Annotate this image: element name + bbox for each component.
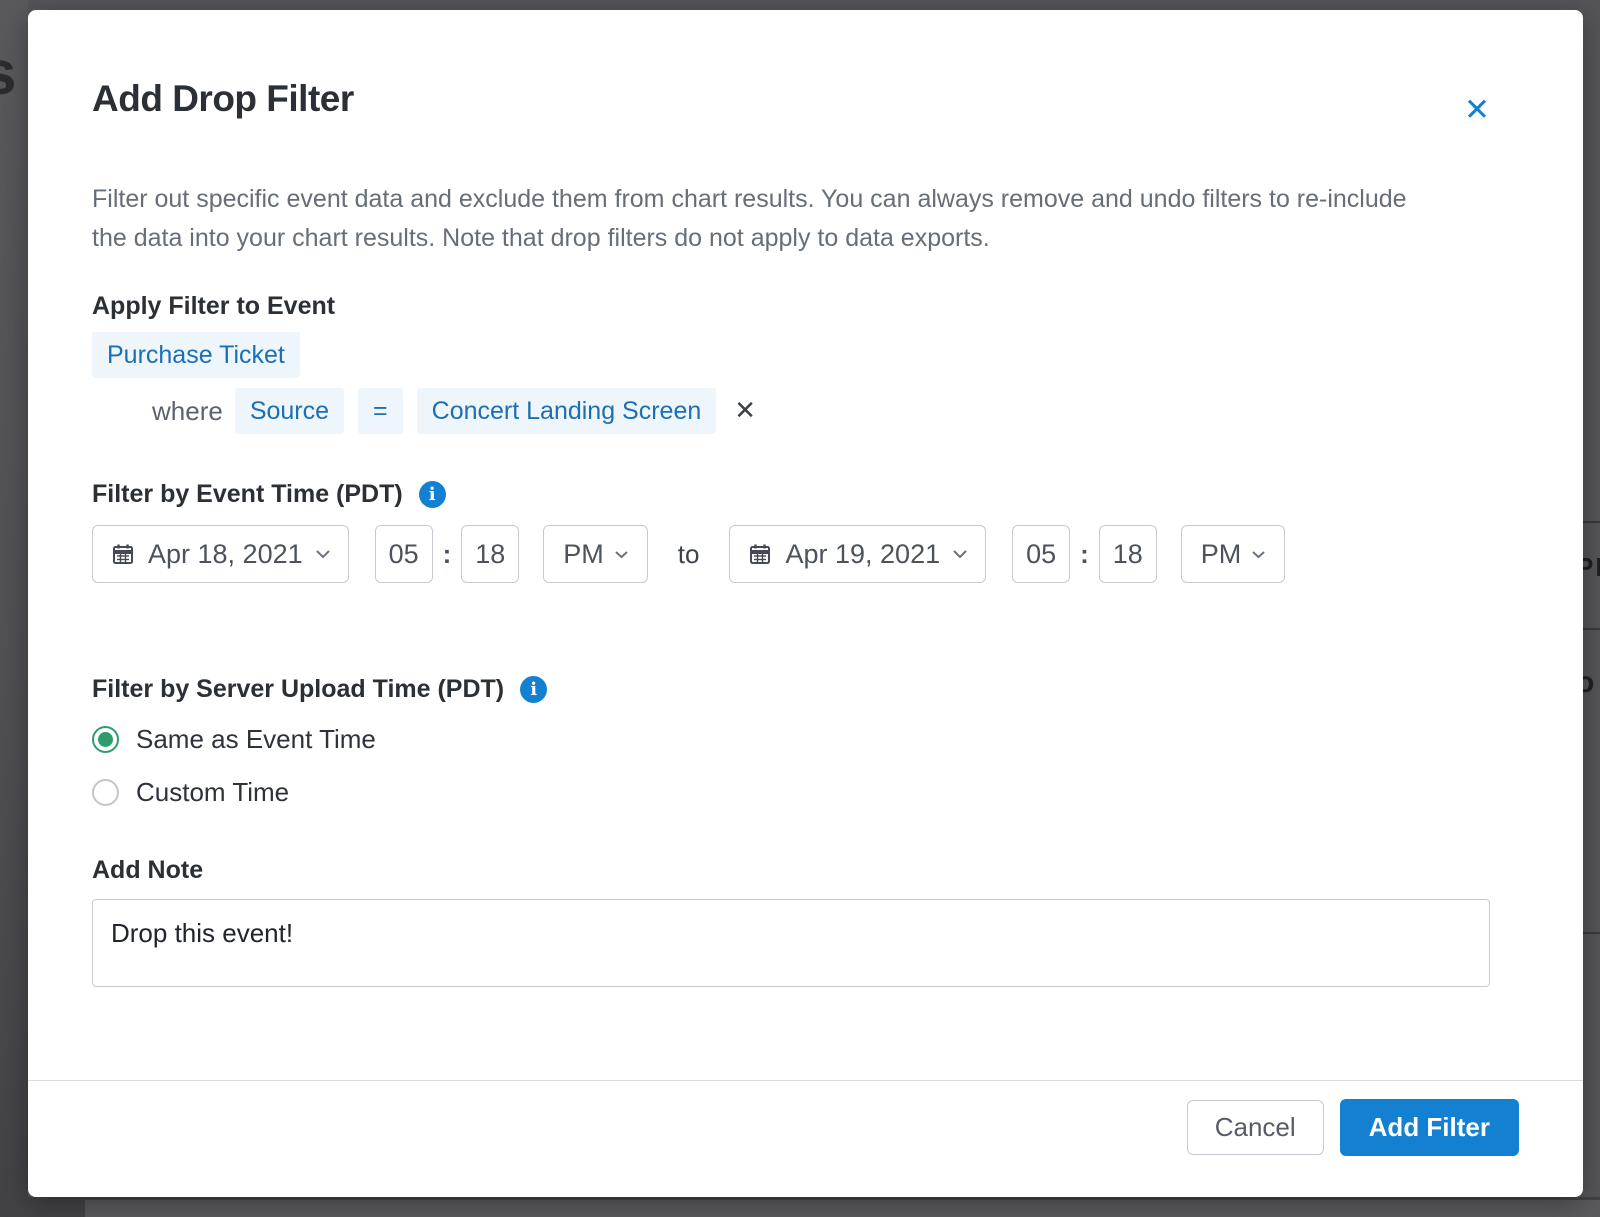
server-time-section: Filter by Server Upload Time (PDT) i Sam… [92,675,1519,808]
apply-filter-section: Apply Filter to Event Purchase Ticket wh… [92,292,1519,434]
calendar-icon [748,542,772,566]
time-separator: : [443,539,452,570]
modal-footer: Cancel Add Filter [92,1081,1519,1156]
event-time-controls: Apr 18, 2021 : PM to [92,525,1519,583]
event-chip[interactable]: Purchase Ticket [92,332,300,378]
chevron-down-icon [316,550,330,559]
note-textarea[interactable]: Drop this event! [92,899,1490,987]
add-filter-button[interactable]: Add Filter [1340,1099,1519,1156]
start-meridiem-select[interactable]: PM [543,525,648,583]
start-minute-input[interactable] [461,525,519,583]
radio-label: Custom Time [136,777,289,808]
remove-clause-icon[interactable]: ✕ [730,396,760,426]
modal-title: Add Drop Filter [92,78,1519,120]
start-date-select[interactable]: Apr 18, 2021 [92,525,349,583]
chevron-down-icon [1252,550,1265,559]
time-separator: : [1080,539,1089,570]
modal-description: Filter out specific event data and exclu… [92,180,1444,258]
end-minute-input[interactable] [1099,525,1157,583]
radio-label: Same as Event Time [136,724,376,755]
radio-button-icon [92,779,119,806]
add-drop-filter-modal: ✕ Add Drop Filter Filter out specific ev… [28,10,1583,1197]
cancel-button[interactable]: Cancel [1187,1100,1324,1155]
server-time-heading: Filter by Server Upload Time (PDT) [92,675,504,704]
info-icon[interactable]: i [520,676,547,703]
close-icon[interactable]: ✕ [1455,88,1499,132]
info-icon[interactable]: i [419,481,446,508]
start-hour-input[interactable] [375,525,433,583]
radio-button-icon [92,726,119,753]
event-time-heading: Filter by Event Time (PDT) [92,480,403,509]
calendar-icon [111,542,135,566]
apply-filter-heading: Apply Filter to Event [92,292,335,321]
property-chip[interactable]: Source [235,388,344,434]
backdrop-table-line [1583,932,1600,934]
end-hour-input[interactable] [1012,525,1070,583]
operator-chip[interactable]: = [358,388,403,434]
chevron-down-icon [615,550,628,559]
value-chip[interactable]: Concert Landing Screen [417,388,717,434]
note-heading: Add Note [92,856,203,885]
where-clause-row: where Source = Concert Landing Screen ✕ [152,388,1519,434]
end-date-select[interactable]: Apr 19, 2021 [729,525,986,583]
to-label: to [678,539,700,570]
end-meridiem-value: PM [1201,539,1242,570]
end-date-value: Apr 19, 2021 [785,539,940,570]
end-meridiem-select[interactable]: PM [1181,525,1286,583]
backdrop-bottom-strip [85,1200,1600,1217]
backdrop-text-fragment: s [0,38,16,109]
backdrop-table-line [1583,521,1600,523]
note-section: Add Note Drop this event! [92,856,1519,992]
chevron-down-icon [953,550,967,559]
backdrop-table-line [1583,628,1600,630]
where-label: where [152,396,223,427]
start-date-value: Apr 18, 2021 [148,539,303,570]
radio-same-as-event-time[interactable]: Same as Event Time [92,724,1519,755]
event-time-section: Filter by Event Time (PDT) i Apr 18, 202… [92,480,1519,583]
backdrop-left-strip [0,0,28,1217]
start-meridiem-value: PM [563,539,604,570]
radio-custom-time[interactable]: Custom Time [92,777,1519,808]
